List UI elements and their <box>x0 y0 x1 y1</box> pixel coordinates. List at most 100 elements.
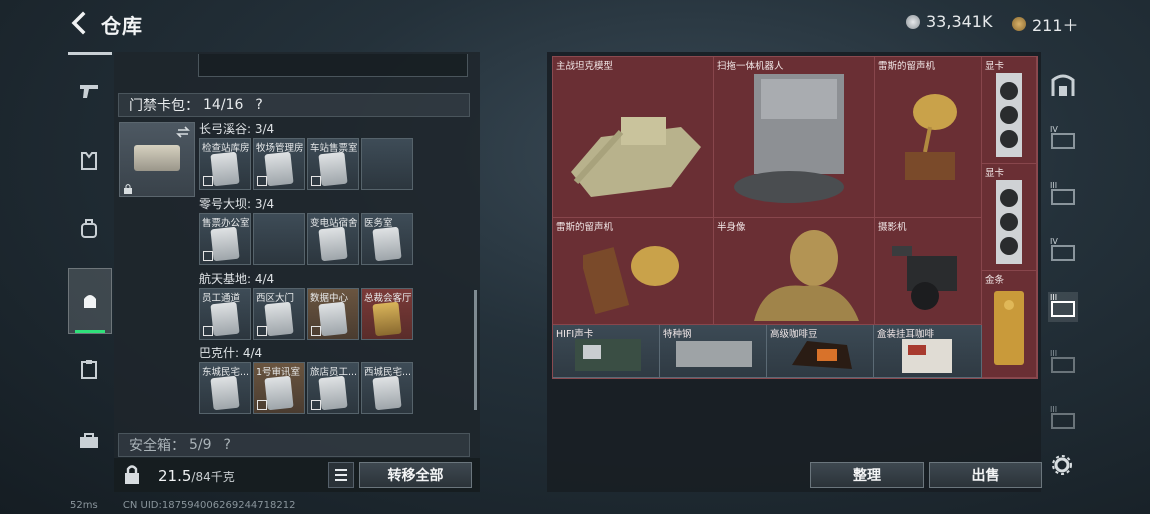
gramophone-image <box>905 94 957 180</box>
keycard-image <box>318 301 348 337</box>
key-slot[interactable]: 总裁会客厅 <box>361 288 413 340</box>
nav-backpack[interactable] <box>68 208 110 250</box>
key-slot[interactable]: 变电站宿舍 <box>307 213 359 265</box>
nav-briefcase[interactable] <box>68 420 110 462</box>
card-pack-count: 14/16 <box>203 97 244 113</box>
tab-tier-label: IV <box>1050 237 1058 246</box>
nav-clipboard[interactable] <box>68 348 110 390</box>
keycard-image <box>372 375 402 411</box>
stash-tab[interactable]: III <box>1048 348 1078 378</box>
tab-tier-label: III <box>1050 405 1058 414</box>
stash-tab[interactable]: III <box>1048 404 1078 434</box>
stash-grid: 主战坦克模型 扫拖一体机器人 雷斯的留声机 显卡 显卡 雷斯的留声机 半身像 摄… <box>552 56 1038 379</box>
steel-bar-image <box>676 341 752 367</box>
key-slot[interactable]: 数据中心 <box>307 288 359 340</box>
safe-box-header[interactable]: 安全箱： 5/9 ? <box>118 433 470 457</box>
swap-icon[interactable] <box>176 126 190 138</box>
item-gpu[interactable]: 显卡 <box>982 57 1037 164</box>
robot-vacuum-image <box>734 74 844 203</box>
key-slot[interactable]: 西区大门 <box>253 288 305 340</box>
keycard-image <box>372 226 402 262</box>
no-transfer-icon <box>203 176 213 186</box>
key-slot[interactable]: 售票办公室 <box>199 213 251 265</box>
weight-display: 21.5/84千克 <box>158 467 235 485</box>
item-bust[interactable]: 半身像 <box>714 218 875 325</box>
item-gramophone[interactable]: 雷斯的留声机 <box>553 218 714 325</box>
key-slot[interactable]: 西城民宅... <box>361 362 413 414</box>
item-robot-vacuum[interactable]: 扫拖一体机器人 <box>714 57 875 218</box>
transfer-all-button[interactable]: 转移全部 <box>359 462 472 488</box>
currency-gold-value: 211＋ <box>1032 16 1079 35</box>
weight-max: /84千克 <box>191 470 235 484</box>
weight-current: 21.5 <box>158 467 192 485</box>
group-slots-3: 东城民宅... 1号审讯室 旅店员工... 西城民宅... <box>199 362 413 414</box>
keycard-image <box>372 301 402 337</box>
active-tab-indicator <box>75 330 105 333</box>
sort-button[interactable]: 整理 <box>810 462 924 488</box>
nav-armor[interactable] <box>68 140 110 182</box>
stash-tab[interactable]: IV <box>1048 124 1078 154</box>
silver-coin-icon <box>906 14 920 29</box>
key-slot[interactable]: 牧场管理房 <box>253 138 305 190</box>
item-coffee-beans[interactable]: 高级咖啡豆 <box>767 325 874 378</box>
list-view-button[interactable] <box>328 462 354 488</box>
armor-vest-icon <box>81 152 97 170</box>
sell-button[interactable]: 出售 <box>929 462 1042 488</box>
briefcase-icon <box>80 433 98 448</box>
nav-weapons[interactable] <box>68 70 110 112</box>
tab-tier-label: III <box>1050 349 1058 358</box>
help-icon[interactable]: ? <box>224 437 231 453</box>
lock-icon[interactable] <box>118 461 146 489</box>
keycard-image <box>318 151 348 187</box>
stash-tab-bar: IV III IV III III III <box>1044 60 1082 470</box>
no-transfer-icon <box>203 326 213 336</box>
no-transfer-icon <box>257 176 267 186</box>
stash-tab-active[interactable]: III <box>1048 292 1078 322</box>
no-transfer-icon <box>311 326 321 336</box>
stash-main-icon[interactable] <box>1048 70 1078 100</box>
key-slot[interactable]: 旅店员工... <box>307 362 359 414</box>
stash-tab[interactable]: IV <box>1048 236 1078 266</box>
empty-key-slot[interactable] <box>361 138 413 190</box>
empty-key-slot[interactable] <box>253 213 305 265</box>
card-pack-header[interactable]: 门禁卡包： 14/16 ? <box>118 93 470 117</box>
item-drip-coffee[interactable]: 盒装挂耳咖啡 <box>874 325 982 378</box>
gramophone-image <box>583 246 679 315</box>
gpu-image <box>996 180 1022 264</box>
item-label: 显卡 <box>985 168 1005 179</box>
gold-coin-icon <box>1012 17 1026 31</box>
stash-tab[interactable]: III <box>1048 180 1078 210</box>
item-hifi-soundcard[interactable]: HIFI声卡 <box>553 325 660 378</box>
item-gpu[interactable]: 显卡 <box>982 164 1037 271</box>
pistol-icon <box>80 85 98 98</box>
item-label: 主战坦克模型 <box>556 61 614 72</box>
key-slot[interactable]: 检查站库房 <box>199 138 251 190</box>
keycard-image <box>264 375 294 411</box>
previous-section-slot <box>198 54 468 77</box>
group-slots-0: 检查站库房 牧场管理房 车站售票室 <box>199 138 413 190</box>
tab-tier-label: IV <box>1050 125 1058 134</box>
key-slot[interactable]: 东城民宅... <box>199 362 251 414</box>
tank-model-image <box>571 117 701 197</box>
card-pack-item[interactable] <box>119 122 195 197</box>
key-slot[interactable]: 车站售票室 <box>307 138 359 190</box>
coffee-box-image <box>902 339 952 373</box>
back-arrow-icon[interactable] <box>66 10 92 36</box>
item-gold-bar[interactable]: 金条 <box>982 271 1037 378</box>
item-special-steel[interactable]: 特种钢 <box>660 325 767 378</box>
help-icon[interactable]: ? <box>255 97 262 113</box>
item-camera[interactable]: 摄影机 <box>875 218 982 325</box>
key-slot[interactable]: 1号审讯室 <box>253 362 305 414</box>
currency-gold[interactable]: 211＋ <box>1012 12 1079 36</box>
tab-tier-label: III <box>1050 293 1058 302</box>
keycard-image <box>318 226 348 262</box>
group-title: 长弓溪谷: 3/4 <box>199 122 275 136</box>
safe-box-count: 5/9 <box>189 437 212 453</box>
left-scrollbar[interactable] <box>474 290 477 410</box>
key-slot[interactable]: 员工通道 <box>199 288 251 340</box>
nav-keys-active[interactable] <box>68 268 112 334</box>
key-slot[interactable]: 医务室 <box>361 213 413 265</box>
item-tank-model[interactable]: 主战坦克模型 <box>553 57 714 218</box>
settings-gear-icon[interactable] <box>1051 454 1073 476</box>
item-gramophone[interactable]: 雷斯的留声机 <box>875 57 982 218</box>
